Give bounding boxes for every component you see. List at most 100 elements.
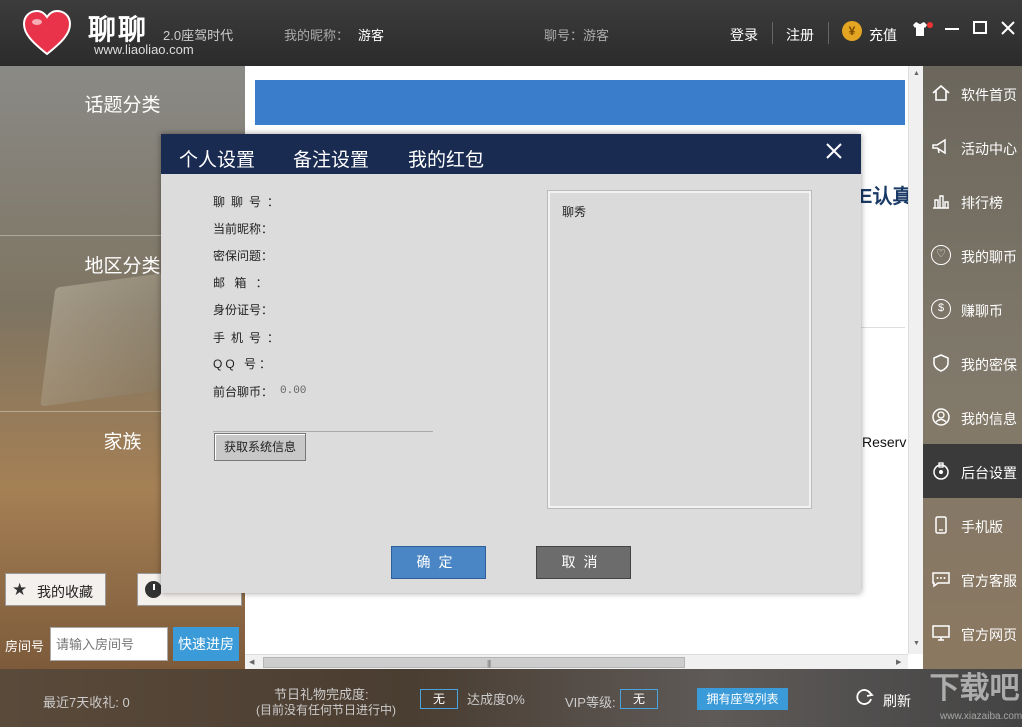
holiday-value-box: 无 [420, 689, 458, 709]
megaphone-icon [931, 137, 951, 157]
divider [772, 22, 773, 44]
field-label-nickname: 当前昵称： [213, 222, 274, 236]
vehicle-list-button[interactable]: 拥有座驾列表 [697, 688, 788, 710]
clock-icon [145, 581, 162, 598]
sidebar-item-activity[interactable]: 活动中心 [923, 120, 1022, 174]
settings-icon [931, 461, 951, 481]
monitor-icon [931, 623, 951, 643]
sidebar-item-label: 软件首页 [961, 87, 1017, 103]
field-label-security-question: 密保问题： [213, 249, 274, 263]
right-sidebar: 软件首页 活动中心 排行榜 ♡ 我的聊币 $ 赚聊币 我的密保 我的信息 后台设… [923, 66, 1022, 669]
heart-logo-icon [22, 9, 72, 56]
sidebar-item-security[interactable]: 我的密保 [923, 336, 1022, 390]
login-button[interactable]: 登录 [730, 25, 758, 45]
dialog-header: 个人设置 备注设置 我的红包 [161, 134, 861, 174]
grip-icon: ||| [487, 659, 491, 668]
scroll-up-icon[interactable]: ▲ [913, 70, 920, 77]
coin-icon[interactable]: ¥ [842, 21, 862, 41]
ok-button[interactable]: 确定 [391, 546, 486, 579]
recharge-button[interactable]: 充值 [869, 25, 897, 45]
nickname-value: 游客 [358, 28, 385, 43]
main-headline-fragment: E认真 [859, 186, 913, 208]
gifts-7days: 最近7天收礼: 0 [43, 695, 130, 710]
dollar-icon: $ [931, 299, 951, 319]
sidebar-item-label: 赚聊币 [961, 303, 1003, 319]
user-id-label: 聊号：游客 [544, 28, 610, 43]
dialog-close-icon[interactable] [821, 140, 847, 166]
sidebar-item-label: 后台设置 [961, 465, 1017, 481]
sidebar-item-ranking[interactable]: 排行榜 [923, 174, 1022, 228]
star-icon: ★ [12, 580, 28, 599]
register-button[interactable]: 注册 [786, 25, 814, 45]
sidebar-item-label: 手机版 [961, 519, 1003, 535]
field-label-qq: QQ 号： [213, 357, 275, 371]
tab-red-packets[interactable]: 我的红包 [408, 145, 484, 172]
refresh-button[interactable]: 刷新 [883, 691, 911, 711]
sidebar-item-website[interactable]: 官方网页 [923, 606, 1022, 660]
show-panel: 聊秀 [547, 190, 812, 509]
scroll-right-icon[interactable]: ▶ [896, 658, 901, 666]
home-icon [931, 83, 951, 103]
notification-dot [927, 22, 933, 28]
holiday-progress-subtitle: (目前没有任何节日进行中) [256, 703, 396, 717]
settings-dialog: 个人设置 备注设置 我的红包 聊聊号： 当前昵称： 密保问题： 邮 箱 ： 身份… [161, 134, 861, 593]
bar-chart-icon [931, 191, 951, 211]
scroll-left-icon[interactable]: ◀ [249, 658, 254, 666]
close-icon[interactable] [998, 20, 1018, 40]
main-footer-fragment: Reserv [862, 434, 907, 450]
phone-icon [931, 515, 951, 535]
cancel-button[interactable]: 取消 [536, 546, 631, 579]
room-number-label: 房间号 [5, 639, 45, 654]
get-system-info-button[interactable]: 获取系统信息 [214, 433, 306, 461]
scroll-down-icon[interactable]: ▼ [913, 640, 920, 647]
show-panel-caption: 聊秀 [562, 205, 587, 219]
minimize-icon[interactable] [942, 20, 962, 40]
bottom-status-bar: 最近7天收礼: 0 节日礼物完成度: (目前没有任何节日进行中) 无 达成度0%… [0, 669, 1022, 727]
title-bar: 聊聊 2.0座驾时代 www.liaoliao.com 我的昵称： 游客 聊号：… [0, 0, 1022, 66]
heart-coin-icon: ♡ [931, 245, 951, 265]
sidebar-item-my-info[interactable]: 我的信息 [923, 390, 1022, 444]
horizontal-scrollbar[interactable]: ◀ ||| ▶ [245, 654, 908, 669]
sidebar-item-label: 我的聊币 [961, 249, 1017, 265]
chat-icon [931, 569, 951, 589]
progress-text: 达成度0% [467, 692, 525, 707]
nickname-label: 我的昵称： [284, 28, 350, 43]
field-label-email: 邮 箱 ： [213, 276, 271, 290]
vertical-scrollbar[interactable]: ▲ ▼ [908, 66, 923, 654]
sidebar-item-my-coins[interactable]: ♡ 我的聊币 [923, 228, 1022, 282]
user-icon [931, 407, 951, 427]
vip-value-box: 无 [620, 689, 658, 709]
tab-notes-settings[interactable]: 备注设置 [293, 145, 369, 172]
refresh-icon[interactable] [855, 687, 875, 707]
favorites-button[interactable]: ★ 我的收藏 [5, 573, 106, 606]
sidebar-item-support[interactable]: 官方客服 [923, 552, 1022, 606]
sidebar-item-home[interactable]: 软件首页 [923, 66, 1022, 120]
coin-balance-value: 0.00 [280, 385, 307, 397]
scrollbar-thumb[interactable]: ||| [263, 657, 685, 668]
sidebar-item-label: 我的密保 [961, 357, 1017, 373]
divider [828, 22, 829, 44]
main-banner [255, 80, 905, 125]
sidebar-item-label: 官方客服 [961, 573, 1017, 589]
room-number-input[interactable] [50, 627, 168, 661]
field-label-liaoliao-id: 聊聊号： [213, 195, 286, 209]
sidebar-item-label: 排行榜 [961, 195, 1003, 211]
field-label-phone: 手机号： [213, 331, 286, 345]
quick-enter-button[interactable]: 快速进房 [173, 627, 239, 661]
sidebar-item-label: 活动中心 [961, 141, 1017, 157]
sidebar-item-label: 官方网页 [961, 627, 1017, 643]
sidebar-item-earn-coins[interactable]: $ 赚聊币 [923, 282, 1022, 336]
watermark-url: www.xiazaiba.com [940, 711, 1022, 722]
sidebar-item-mobile[interactable]: 手机版 [923, 498, 1022, 552]
divider [213, 431, 433, 432]
category-topic[interactable]: 话题分类 [0, 90, 245, 117]
field-label-coins: 前台聊币： [213, 385, 274, 399]
field-label-id-card: 身份证号： [213, 303, 274, 317]
sidebar-item-settings[interactable]: 后台设置 [923, 444, 1022, 498]
shield-icon [931, 353, 951, 373]
maximize-icon[interactable] [970, 20, 990, 40]
vip-label: VIP等级: [565, 695, 616, 710]
favorites-label: 我的收藏 [37, 584, 93, 600]
brand-url: www.liaoliao.com [94, 42, 194, 57]
tab-personal-settings[interactable]: 个人设置 [179, 145, 255, 172]
